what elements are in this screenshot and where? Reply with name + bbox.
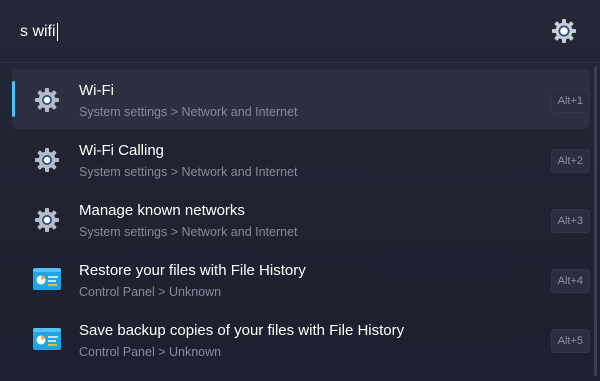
- result-item[interactable]: Wi-Fi Calling System settings > Network a…: [12, 129, 590, 189]
- control-panel-icon: [32, 325, 62, 355]
- launcher-window: s wifi Wi-Fi System settings > Network a…: [0, 0, 600, 381]
- shortcut-badge: Alt+2: [550, 149, 590, 173]
- text-caret: [56, 23, 58, 41]
- settings-button[interactable]: [548, 15, 580, 47]
- result-title: Restore your files with File History: [79, 262, 306, 279]
- shortcut-badge: Alt+1: [550, 89, 590, 113]
- result-item[interactable]: Restore your files with File History Cont…: [12, 249, 590, 309]
- control-panel-icon: [32, 265, 62, 295]
- shortcut-badge: Alt+4: [550, 269, 590, 293]
- shortcut-badge: Alt+5: [550, 329, 590, 353]
- search-query-text: s wifi: [20, 23, 56, 40]
- gear-icon: [32, 205, 62, 235]
- result-title: Wi-Fi: [79, 82, 114, 99]
- result-subtitle: System settings > Network and Internet: [79, 225, 298, 239]
- gear-icon: [32, 85, 62, 115]
- gear-icon: [32, 145, 62, 175]
- shortcut-badge: Alt+3: [550, 209, 590, 233]
- search-divider: [0, 62, 600, 63]
- search-input[interactable]: s wifi: [20, 20, 520, 44]
- result-subtitle: Control Panel > Unknown: [79, 345, 222, 359]
- search-bar: s wifi: [0, 0, 600, 62]
- result-title: Wi-Fi Calling: [79, 142, 165, 159]
- result-item[interactable]: Save backup copies of your files with Fi…: [12, 309, 590, 369]
- result-subtitle: System settings > Network and Internet: [79, 105, 298, 119]
- result-item[interactable]: Manage known networks System settings > N…: [12, 189, 590, 249]
- gear-icon: [552, 19, 576, 43]
- result-title: Manage known networks: [79, 202, 245, 219]
- selection-indicator: [12, 81, 15, 117]
- result-title: Save backup copies of your files with Fi…: [79, 322, 405, 339]
- result-item[interactable]: Wi-Fi System settings > Network and Inter…: [12, 69, 590, 129]
- scrollbar[interactable]: [594, 66, 597, 376]
- result-subtitle: System settings > Network and Internet: [79, 165, 298, 179]
- results-list: Wi-Fi System settings > Network and Inter…: [12, 69, 590, 369]
- result-subtitle: Control Panel > Unknown: [79, 285, 222, 299]
